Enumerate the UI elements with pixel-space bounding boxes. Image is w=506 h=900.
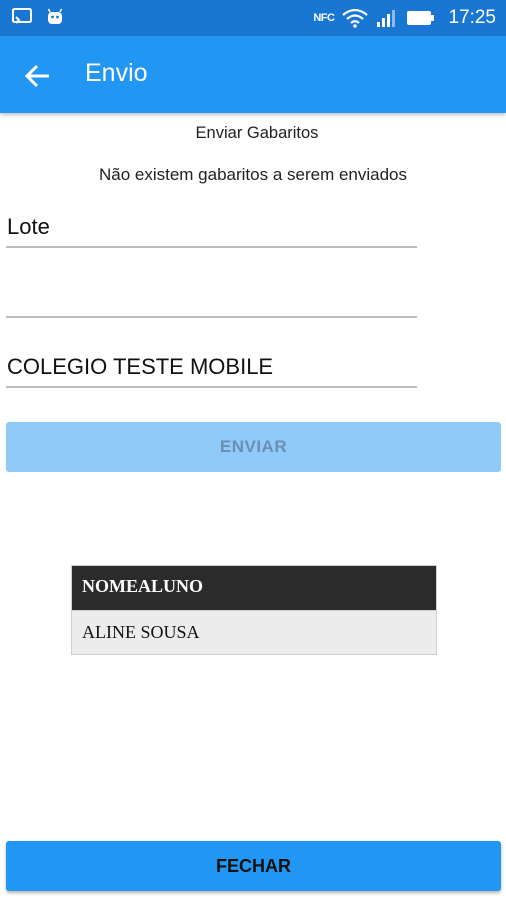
escola-field[interactable] [6,352,417,388]
lote-field[interactable] [6,212,417,248]
status-right-icons: NFC 17:25 [313,7,496,29]
status-bar: NFC 17:25 [0,0,506,36]
close-button[interactable]: FECHAR [6,841,501,891]
battery-icon [407,11,435,25]
empty-message: Não existem gabaritos a serem enviados [98,165,408,184]
app-bar: Envio [0,36,506,113]
table-header: NOMEALUNO [72,566,436,610]
signal-icon [377,10,396,27]
students-table: NOMEALUNO ALINE SOUSA [71,565,437,655]
status-left-icons [12,8,64,26]
clock: 17:25 [448,7,496,28]
blank-field[interactable] [6,282,417,318]
page-title: Envio [85,59,148,87]
wifi-icon [342,8,369,28]
android-icon [47,8,63,24]
cast-icon [12,8,32,24]
send-button[interactable]: ENVIAR [6,422,501,472]
arrow-back-icon[interactable] [22,60,54,92]
nfc-icon: NFC [313,12,335,24]
section-subtitle: Enviar Gabaritos [195,124,319,142]
table-row[interactable]: ALINE SOUSA [72,610,436,654]
